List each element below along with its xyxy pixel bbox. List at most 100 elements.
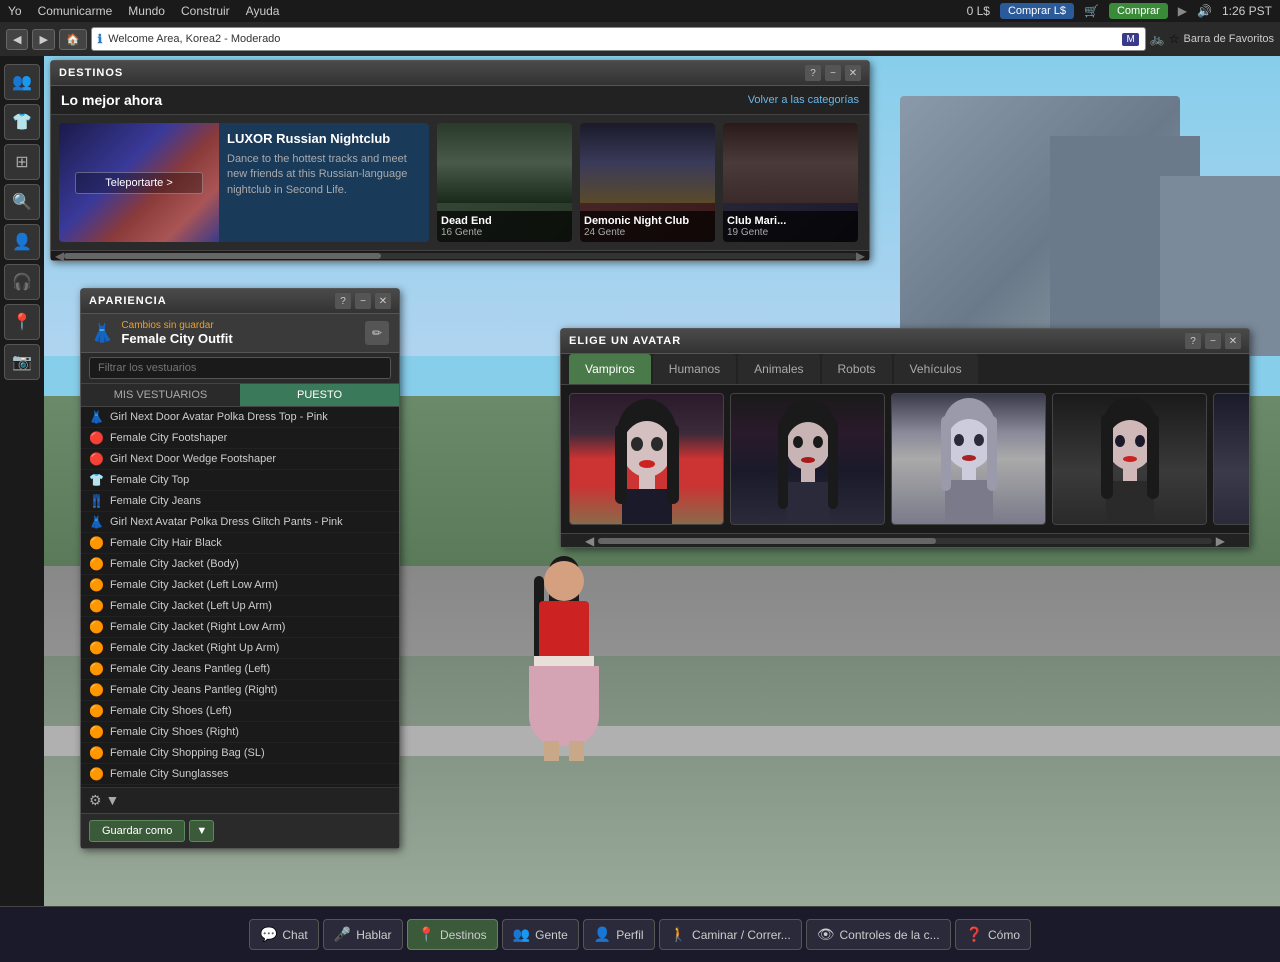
sidebar-people-icon[interactable]: 👥 xyxy=(4,64,40,100)
changes-label: Cambios sin guardar xyxy=(121,320,232,331)
avatar-card-3[interactable] xyxy=(891,393,1046,525)
list-item[interactable]: 👗 Girl Next Avatar Polka Dress Glitch Pa… xyxy=(81,512,399,533)
scroll-left-arrow[interactable]: ◀ xyxy=(55,249,64,263)
apariencia-help-button[interactable]: ? xyxy=(335,293,351,309)
destinos-header: Lo mejor ahora Volver a las categorías xyxy=(51,86,869,115)
buy-button[interactable]: Comprar xyxy=(1109,3,1168,19)
tab-robots[interactable]: Robots xyxy=(822,354,892,384)
list-item[interactable]: 🟠 Female City Jeans Pantleg (Right) xyxy=(81,680,399,701)
tab-mis-vestuarios[interactable]: MIS VESTUARIOS xyxy=(81,384,240,406)
item-icon: 🟠 xyxy=(89,746,104,760)
buy-lindens-button[interactable]: Comprar L$ xyxy=(1000,3,1074,19)
sidebar-headphones-icon[interactable]: 🎧 xyxy=(4,264,40,300)
taskbar-controles-button[interactable]: 👁 Controles de la c... xyxy=(806,919,951,950)
list-item[interactable]: 🟠 Female City Jeans Pantleg (Left) xyxy=(81,659,399,680)
avatar-card-1[interactable] xyxy=(569,393,724,525)
taskbar-gente-button[interactable]: 👥 Gente xyxy=(502,919,579,950)
taskbar-destinos-button[interactable]: 📍 Destinos xyxy=(407,919,498,950)
forward-button[interactable]: ▶ xyxy=(32,29,54,50)
scroll-right-arrow[interactable]: ▶ xyxy=(856,249,865,263)
taskbar-como-button[interactable]: ❓ Cómo xyxy=(955,919,1031,950)
list-item[interactable]: 🔴 Girl Next Door Wedge Footshaper xyxy=(81,449,399,470)
gente-icon: 👥 xyxy=(513,926,530,943)
list-item[interactable]: 🟠 Female City Jacket (Right Low Arm) xyxy=(81,617,399,638)
taskbar-hablar-button[interactable]: 🎤 Hablar xyxy=(323,919,403,950)
list-item[interactable]: 🟠 Female City Hair Black xyxy=(81,533,399,554)
menu-mundo[interactable]: Mundo xyxy=(128,4,165,18)
left-sidebar: 👥 👕 ⊞ 🔍 👤 🎧 📍 📷 xyxy=(0,56,44,906)
star-icon[interactable]: ☆ xyxy=(1169,32,1180,46)
taskbar-chat-button[interactable]: 💬 Chat xyxy=(249,919,319,950)
list-item[interactable]: 🟠 Female City Jacket (Left Up Arm) xyxy=(81,596,399,617)
item-icon: 🟠 xyxy=(89,725,104,739)
avatar-help-button[interactable]: ? xyxy=(1185,333,1201,349)
como-label: Cómo xyxy=(988,928,1020,942)
item-label: Female City Jeans Pantleg (Left) xyxy=(110,663,270,675)
dest-card-dead-end[interactable]: Dead End 16 Gente xyxy=(437,123,572,242)
balance-display: 0 L$ xyxy=(967,4,990,18)
tab-animales[interactable]: Animales xyxy=(738,354,819,384)
home-button[interactable]: 🏠 xyxy=(59,29,87,50)
search-input[interactable] xyxy=(89,357,391,379)
avatar-scroll-right[interactable]: ▶ xyxy=(1216,534,1225,548)
address-bar[interactable]: ℹ Welcome Area, Korea2 - Moderado M xyxy=(91,27,1146,51)
dest-card-club-mari[interactable]: Club Mari... 19 Gente xyxy=(723,123,858,242)
apariencia-minimize-button[interactable]: − xyxy=(355,293,371,309)
list-item[interactable]: 🟠 Female City Jacket (Right Up Arm) xyxy=(81,638,399,659)
list-item[interactable]: 🔴 Female City Footshaper xyxy=(81,428,399,449)
item-label: Female City Shoes (Left) xyxy=(110,705,232,717)
teleport-button[interactable]: Teleportarte > xyxy=(75,172,203,194)
edit-outfit-button[interactable]: ✏ xyxy=(365,321,389,345)
list-item[interactable]: 👖 Female City Jeans xyxy=(81,491,399,512)
back-button[interactable]: ◀ xyxy=(6,29,28,50)
dest-card-demonic[interactable]: Demonic Night Club 24 Gente xyxy=(580,123,715,242)
menu-ayuda[interactable]: Ayuda xyxy=(246,4,280,18)
tab-vehiculos[interactable]: Vehículos xyxy=(894,354,978,384)
sidebar-grid-icon[interactable]: ⊞ xyxy=(4,144,40,180)
menu-construir[interactable]: Construir xyxy=(181,4,230,18)
list-item[interactable]: 🟠 Female City Shoes (Left) xyxy=(81,701,399,722)
avatar-card-2[interactable] xyxy=(730,393,885,525)
club-mari-name: Club Mari... xyxy=(727,215,854,227)
taskbar-perfil-button[interactable]: 👤 Perfil xyxy=(583,919,655,950)
sidebar-location-icon[interactable]: 📍 xyxy=(4,304,40,340)
taskbar: 💬 Chat 🎤 Hablar 📍 Destinos 👥 Gente 👤 Per… xyxy=(0,906,1280,962)
list-item[interactable]: 👕 Female City Top xyxy=(81,470,399,491)
apariencia-tabs: MIS VESTUARIOS PUESTO xyxy=(81,384,399,407)
avatar-card-5[interactable] xyxy=(1213,393,1249,525)
back-to-categories-link[interactable]: Volver a las categorías xyxy=(748,94,859,106)
menu-comunicarme[interactable]: Comunicarme xyxy=(38,4,113,18)
destinos-close-button[interactable]: ✕ xyxy=(845,65,861,81)
destinos-minimize-button[interactable]: − xyxy=(825,65,841,81)
tab-puesto[interactable]: PUESTO xyxy=(240,384,399,406)
menu-yo[interactable]: Yo xyxy=(8,4,22,18)
item-label: Female City Shoes (Right) xyxy=(110,726,239,738)
avatar-scroll-left[interactable]: ◀ xyxy=(585,534,594,548)
save-as-button[interactable]: Guardar como xyxy=(89,820,185,842)
mic-icon: 🎤 xyxy=(334,926,351,943)
gear-button[interactable]: ⚙ ▼ xyxy=(89,792,119,809)
item-label: Girl Next Door Avatar Polka Dress Top - … xyxy=(110,411,328,423)
sidebar-shirt-icon[interactable]: 👕 xyxy=(4,104,40,140)
tab-vampiros[interactable]: Vampiros xyxy=(569,354,651,384)
tab-humanos[interactable]: Humanos xyxy=(653,354,736,384)
list-item[interactable]: 🟠 Female City Jacket (Left Low Arm) xyxy=(81,575,399,596)
list-item[interactable]: 👗 Girl Next Door Avatar Polka Dress Top … xyxy=(81,407,399,428)
item-label: Female City Hair Black xyxy=(110,537,222,549)
destinos-content: Teleportarte > 16 Gente LUXOR Russian Ni… xyxy=(51,115,869,250)
list-item[interactable]: 🟠 Female City Shoes (Right) xyxy=(81,722,399,743)
taskbar-caminar-button[interactable]: 🚶 Caminar / Correr... xyxy=(659,919,802,950)
list-item[interactable]: 🟠 Female City Shopping Bag (SL) xyxy=(81,743,399,764)
destinos-help-button[interactable]: ? xyxy=(805,65,821,81)
avatar-close-button[interactable]: ✕ xyxy=(1225,333,1241,349)
apariencia-close-button[interactable]: ✕ xyxy=(375,293,391,309)
avatar-minimize-button[interactable]: − xyxy=(1205,333,1221,349)
save-dropdown-button[interactable]: ▼ xyxy=(189,820,214,842)
sidebar-camera-icon[interactable]: 📷 xyxy=(4,344,40,380)
sidebar-person-icon[interactable]: 👤 xyxy=(4,224,40,260)
avatar-card-4[interactable] xyxy=(1052,393,1207,525)
destinos-scrollbar[interactable]: ◀ ▶ xyxy=(51,250,869,260)
list-item[interactable]: 🟠 Female City Jacket (Body) xyxy=(81,554,399,575)
list-item[interactable]: 🟠 Female City Sunglasses xyxy=(81,764,399,785)
sidebar-search-icon[interactable]: 🔍 xyxy=(4,184,40,220)
